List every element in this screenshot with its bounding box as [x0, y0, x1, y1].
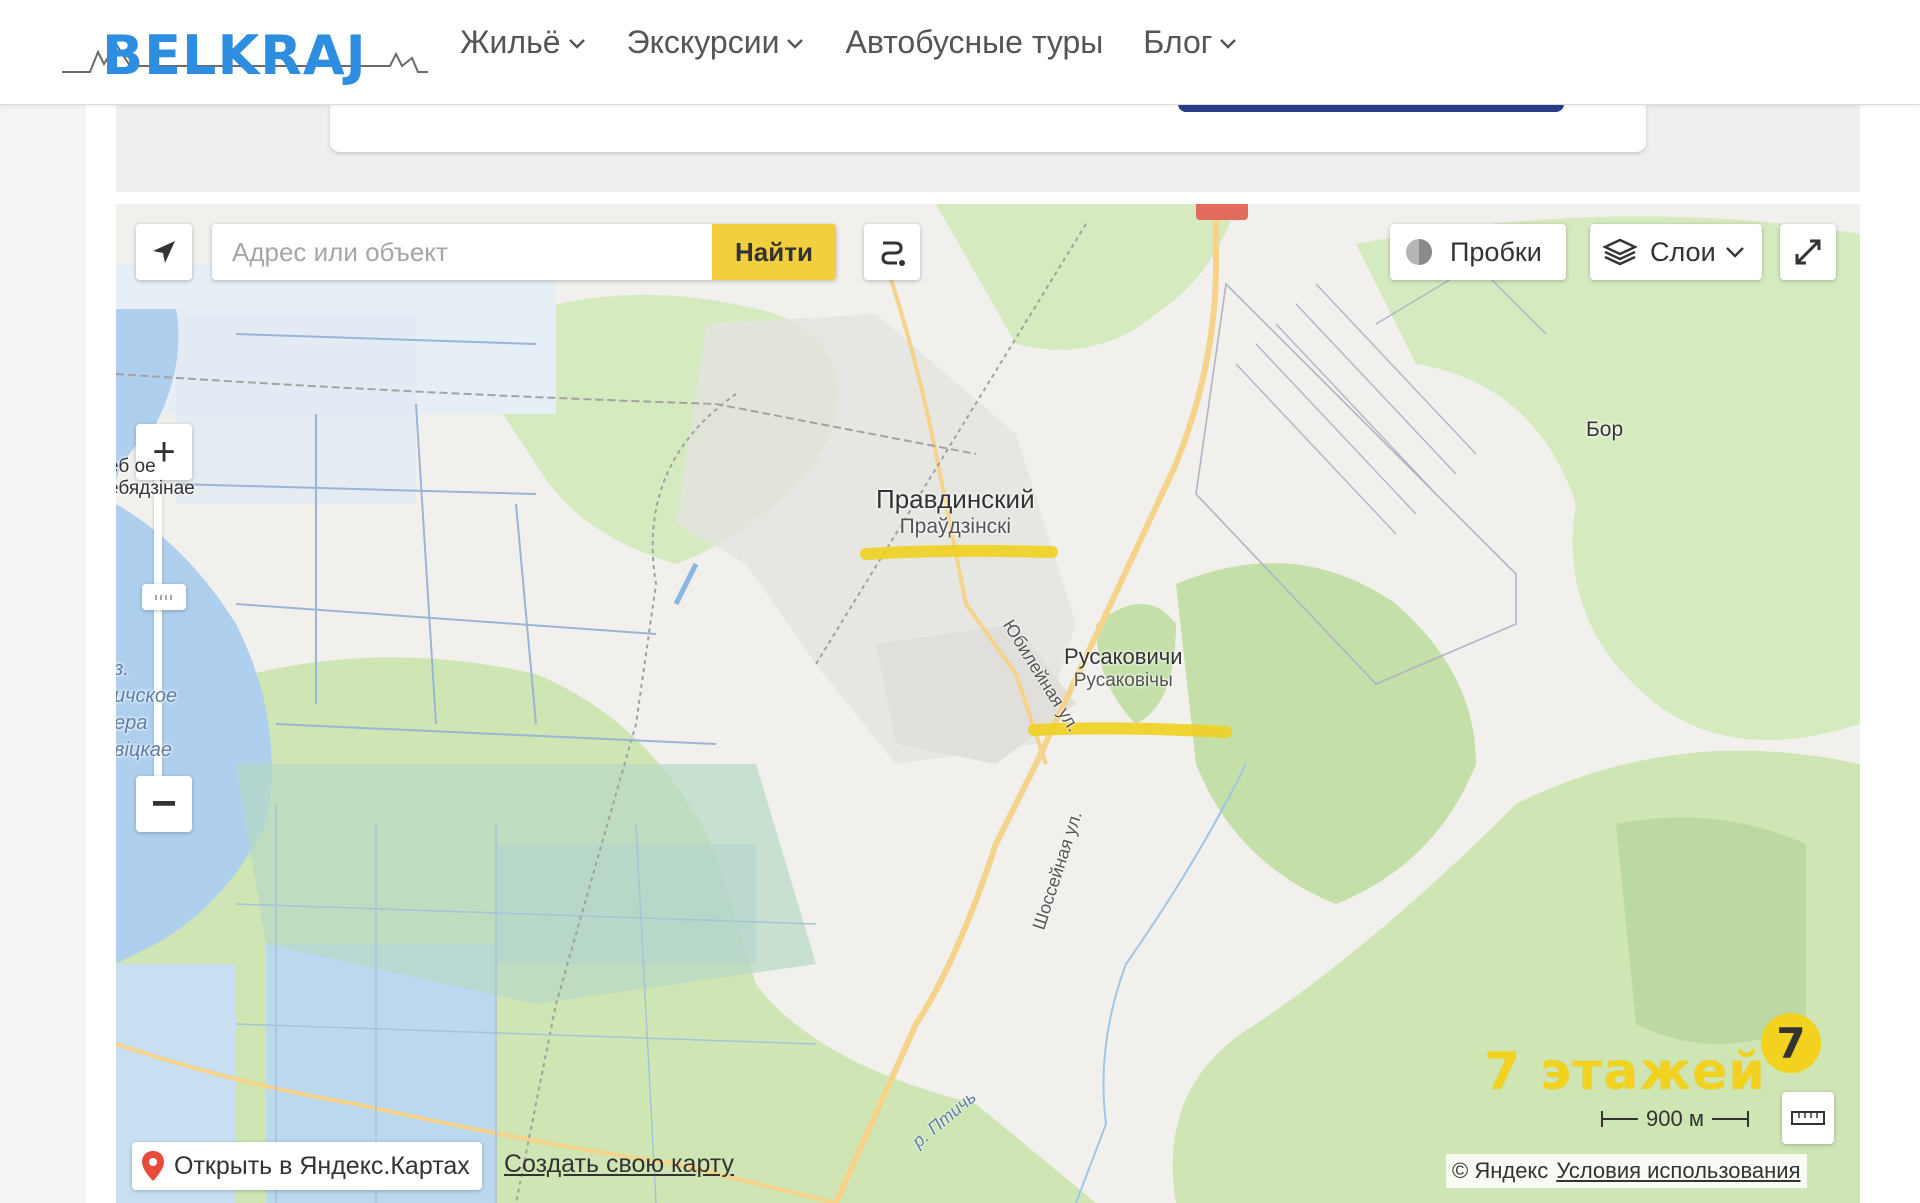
route-button[interactable]	[864, 224, 920, 280]
place-label-rusakovichi: Русаковичи Русаковічы	[1064, 644, 1183, 692]
place-name-ru: Русаковичи	[1064, 644, 1183, 669]
partial-label-line: ера	[116, 712, 148, 734]
layers-button[interactable]: Слои	[1590, 224, 1762, 280]
logo-text: BELKRAJ	[102, 24, 367, 87]
traffic-light-icon	[1406, 239, 1432, 265]
place-label-pravdinsky: Правдинский Праўдзінскі	[876, 484, 1035, 539]
navigation-arrow-icon	[153, 241, 175, 263]
watermark-logo-icon: 7	[1761, 1013, 1821, 1073]
partial-label-line: еб ое	[116, 456, 156, 477]
layers-label: Слои	[1650, 236, 1716, 267]
chevron-down-icon	[787, 38, 804, 49]
watermark-logo-char: 7	[1776, 1019, 1805, 1068]
terms-link[interactable]: Условия использования	[1556, 1158, 1800, 1184]
map-search: Найти	[212, 224, 836, 280]
zoom-out-button[interactable]: −	[136, 776, 192, 832]
map-copyright: © Яндекс Условия использования	[1446, 1154, 1807, 1188]
nav-item-excursions[interactable]: Экскурсии	[627, 24, 806, 61]
nav-label: Жильё	[460, 24, 561, 60]
copyright-text: © Яндекс	[1452, 1158, 1549, 1183]
partial-lake-label-2: з. ичское ера віцкае	[116, 656, 177, 764]
traffic-label: Пробки	[1450, 236, 1542, 267]
chevron-down-icon	[1725, 247, 1744, 258]
scale-bar-right-icon	[1711, 1111, 1749, 1127]
place-label-bor: Бор	[1586, 418, 1624, 441]
scale-bar-left-icon	[1601, 1111, 1638, 1127]
yandex-map[interactable]: Найти Пробки Слои + − еб ое ебядзінае	[116, 204, 1860, 1203]
partial-label-line: з.	[116, 658, 129, 680]
route-icon	[881, 241, 905, 266]
place-name-by: Русаковічы	[1073, 670, 1173, 691]
watermark-text: 7 этажей	[1484, 1042, 1766, 1102]
booking-submit-button[interactable]	[1178, 104, 1564, 112]
search-input[interactable]	[212, 224, 712, 280]
layers-icon	[1602, 238, 1638, 266]
partial-lake-label: еб ое ебядзінае	[116, 456, 195, 500]
nav-item-blog[interactable]: Блог	[1143, 24, 1238, 61]
page-side-margin	[0, 104, 86, 1203]
traffic-button[interactable]: Пробки	[1390, 224, 1566, 280]
partial-label-line: ебядзінае	[116, 478, 195, 499]
nav-label: Экскурсии	[626, 24, 780, 60]
create-map-link[interactable]: Создать свою карту	[504, 1150, 734, 1179]
nav-item-housing[interactable]: Жильё	[460, 24, 587, 61]
fullscreen-button[interactable]	[1780, 224, 1836, 280]
partial-label-line: ичское	[116, 685, 178, 707]
nav-label: Блог	[1143, 24, 1213, 60]
nav-label: Автобусные туры	[845, 24, 1104, 60]
chevron-down-icon	[568, 38, 585, 49]
ruler-icon	[1791, 1111, 1825, 1125]
place-name-by: Праўдзінскі	[899, 515, 1012, 538]
map-pin-icon	[142, 1151, 164, 1181]
zoom-slider-handle[interactable]	[142, 584, 186, 610]
scale-label: 900 м	[1646, 1106, 1704, 1131]
place-name-ru: Правдинский	[876, 484, 1035, 514]
open-in-yandex-label: Открыть в Яндекс.Картах	[174, 1151, 470, 1180]
grip-icon	[155, 595, 172, 600]
open-in-yandex-button[interactable]: Открыть в Яндекс.Картах	[132, 1142, 482, 1190]
geolocation-button[interactable]	[136, 224, 192, 280]
chevron-down-icon	[1220, 38, 1237, 49]
main-nav: Жильё Экскурсии Автобусные туры Блог	[460, 24, 1238, 61]
site-header: BELKRAJ Жильё Экскурсии Автобусные туры …	[0, 0, 1920, 105]
find-button[interactable]: Найти	[712, 224, 836, 280]
ruler-button[interactable]	[1782, 1092, 1834, 1144]
expand-icon	[1795, 239, 1821, 265]
map-scale: 900 м	[1600, 1106, 1750, 1132]
partial-label-line: віцкае	[116, 739, 173, 761]
nav-item-bus-tours[interactable]: Автобусные туры	[845, 24, 1103, 61]
site-logo[interactable]: BELKRAJ	[60, 14, 430, 90]
